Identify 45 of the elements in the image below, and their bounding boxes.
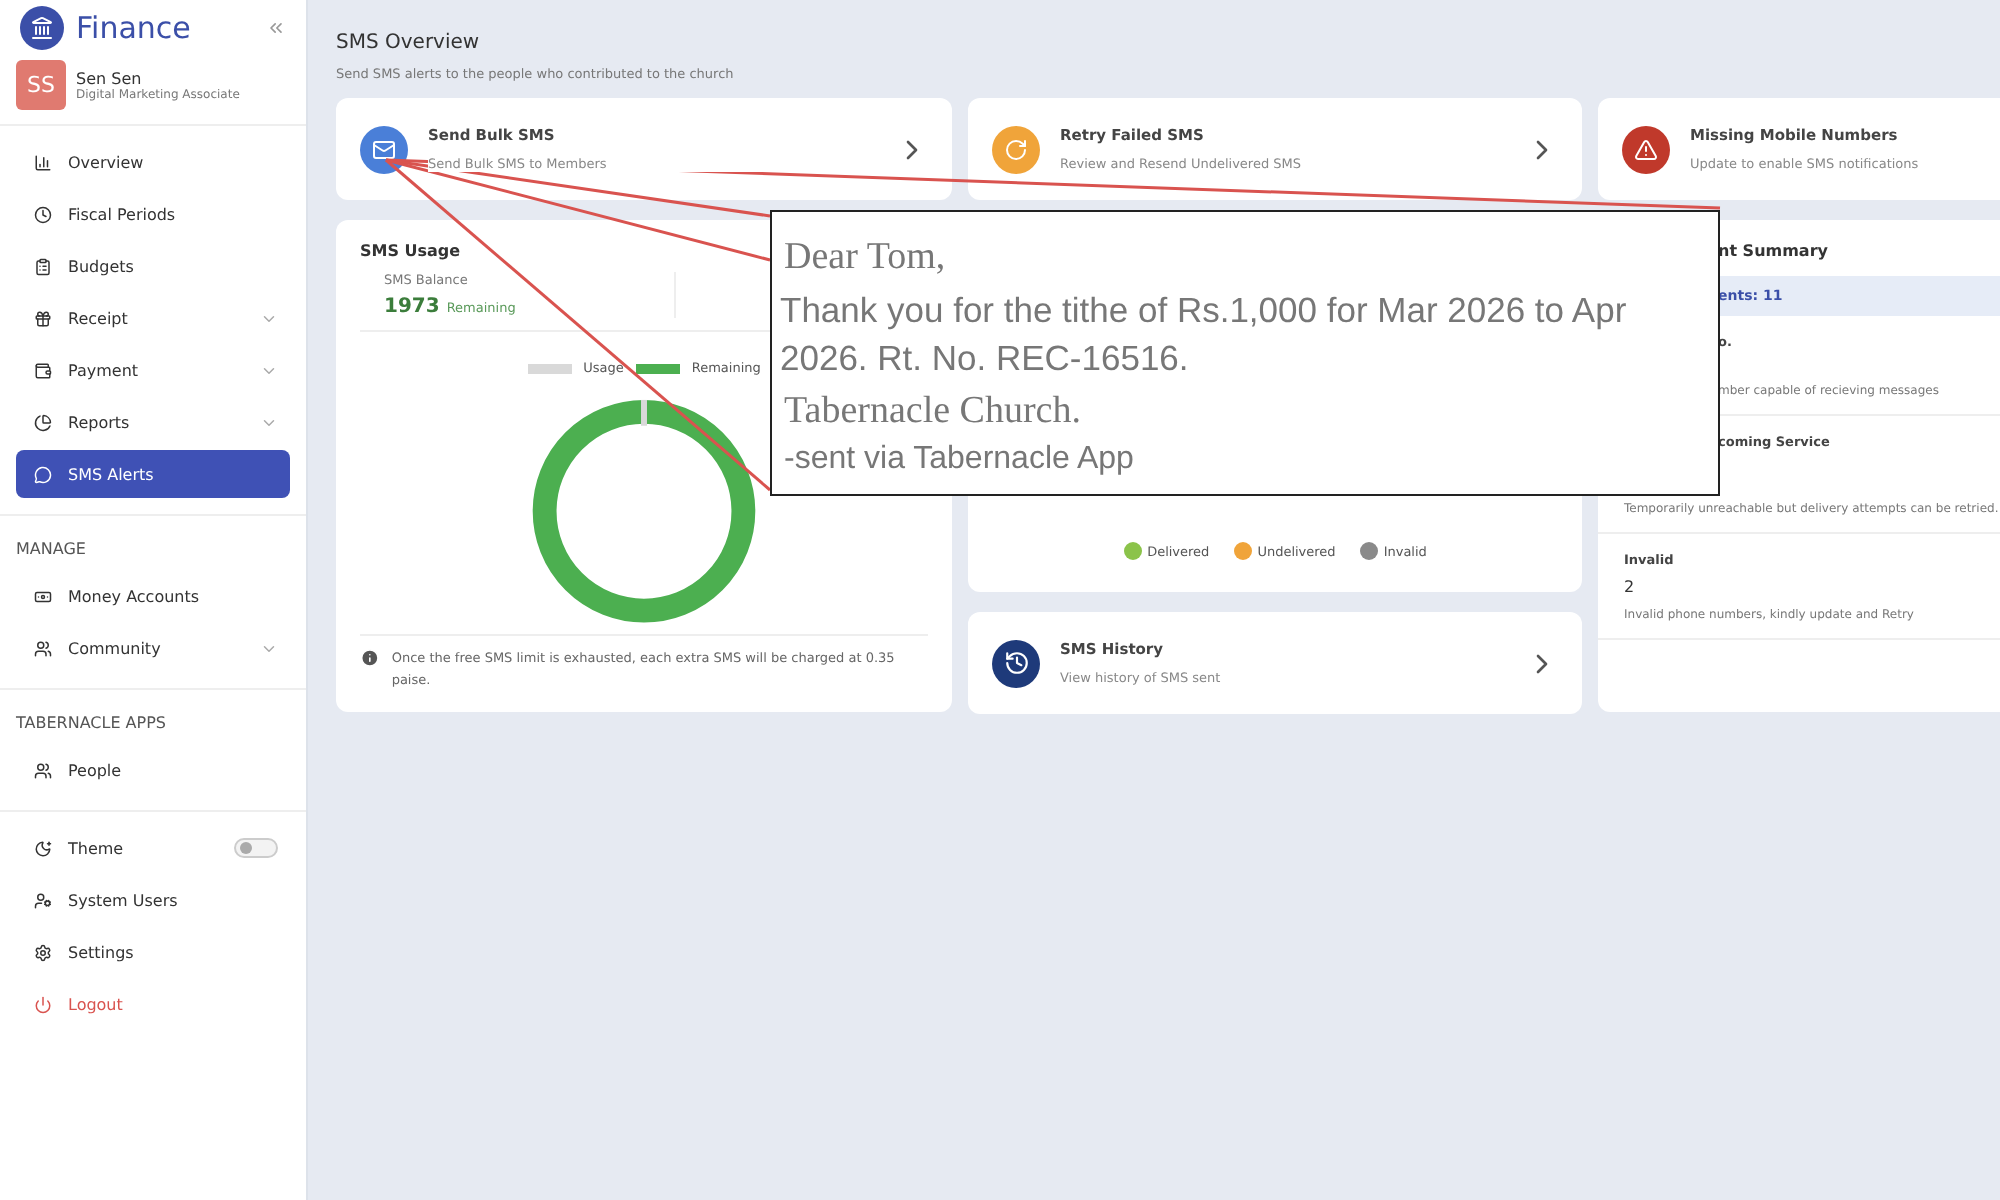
message-body: Thank you for the tithe of Rs.1,000 for Mar 2026 to Apr 2026. Rt. No. REC-16516. — [780, 288, 1629, 382]
user-avatar: SS — [16, 60, 66, 110]
nav-icon — [34, 761, 52, 779]
nav-icon — [34, 639, 52, 657]
message-signature: Tabernacle Church. — [784, 390, 1083, 435]
user-name: Sen Sen — [76, 69, 144, 87]
brand-name: Finance — [76, 9, 193, 45]
nav-icon — [34, 257, 52, 275]
nav-item[interactable]: Reports — [16, 398, 290, 446]
logo-icon — [20, 5, 64, 49]
nav-icon — [34, 465, 52, 483]
section-heading: TABERNACLE APPS — [16, 712, 168, 736]
nav-icon — [34, 943, 52, 961]
message-footer: -sent via Tabernacle App — [784, 442, 1706, 479]
nav-item[interactable]: Receipt — [16, 294, 290, 342]
nav-icon — [34, 309, 52, 327]
nav-icon — [34, 361, 52, 379]
info-icon — [360, 648, 380, 669]
collapse-icon[interactable] — [266, 17, 286, 37]
theme-toggle[interactable] — [234, 838, 278, 858]
nav-item[interactable]: Budgets — [16, 242, 290, 290]
nav-item[interactable]: Settings — [16, 928, 290, 976]
nav-item[interactable]: People — [16, 746, 290, 794]
summary-value: 2 — [1624, 578, 1637, 596]
section-heading: MANAGE — [16, 538, 88, 562]
nav-icon — [34, 839, 52, 857]
card-title: SMS Usage — [360, 242, 461, 260]
nav-item[interactable]: Money Accounts — [16, 572, 290, 620]
page-title: SMS Overview — [336, 32, 482, 54]
nav-icon — [34, 205, 52, 223]
nav-item[interactable]: Fiscal Periods — [16, 190, 290, 238]
history-icon — [992, 639, 1040, 687]
nav-item[interactable]: Payment — [16, 346, 290, 394]
nav-icon — [34, 587, 52, 605]
nav-item[interactable]: SMS Alerts — [16, 450, 290, 498]
nav-item[interactable]: Logout — [16, 980, 290, 1028]
nav-icon — [34, 891, 52, 909]
nav-item[interactable]: Theme — [16, 824, 290, 872]
nav-icon — [34, 413, 52, 431]
message-greeting: Dear Tom, — [784, 236, 948, 280]
nav-item[interactable]: Community — [16, 624, 290, 672]
nav-icon — [34, 153, 52, 171]
nav-icon — [34, 995, 52, 1013]
nav-item[interactable]: Overview — [16, 138, 290, 186]
nav-item[interactable]: System Users — [16, 876, 290, 924]
